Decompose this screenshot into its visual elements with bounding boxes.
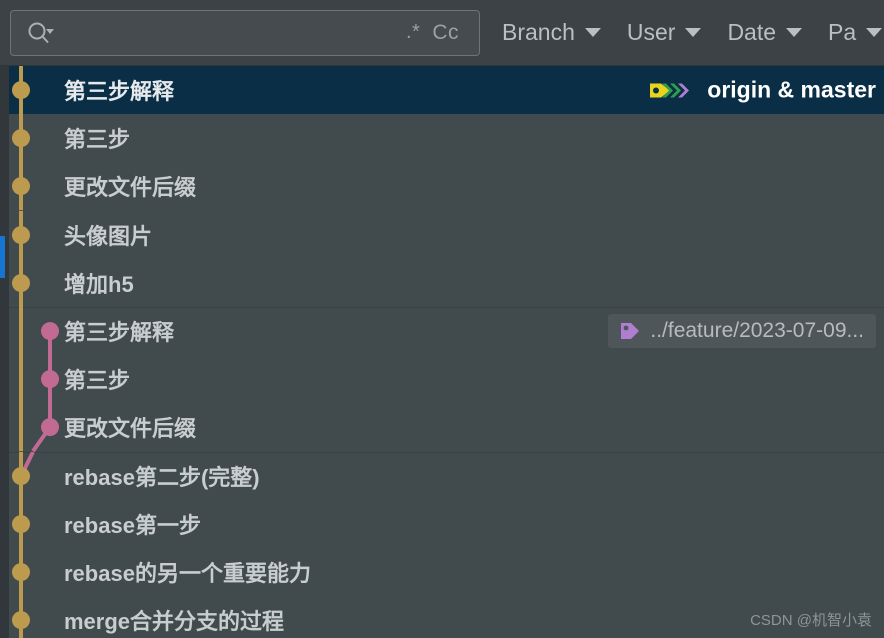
chevron-down-icon	[584, 28, 601, 37]
commit-subject: rebase第一步	[64, 512, 201, 538]
commit-row[interactable]: 头像图片	[0, 210, 884, 259]
commit-row[interactable]: 第三步解释 origin & master	[0, 66, 884, 115]
filter-date[interactable]: Date	[727, 19, 803, 46]
match-case-toggle-button[interactable]: Cc	[426, 21, 465, 45]
filter-user[interactable]: User	[627, 19, 702, 46]
commit-row[interactable]: rebase第二步(完整)	[0, 451, 884, 500]
commit-subject: 头像图片	[64, 223, 153, 249]
search-input[interactable]	[55, 10, 400, 55]
regex-toggle-button[interactable]: .*	[400, 21, 426, 44]
filter-branch[interactable]: Branch	[502, 19, 601, 46]
commit-subject: rebase第二步(完整)	[64, 464, 260, 490]
commit-subject: 第三步	[64, 368, 131, 394]
commit-row[interactable]: 第三步解释 ../feature/2023-07-09...	[0, 306, 884, 356]
chevron-down-icon	[866, 28, 883, 37]
commit-row[interactable]: 更改文件后缀	[0, 162, 884, 211]
commit-refs: ../feature/2023-07-09...	[608, 314, 876, 349]
commit-row[interactable]: 第三步	[0, 355, 884, 404]
filter-bar: Branch User Date Pa	[502, 19, 884, 46]
filter-paths-label: Pa	[828, 19, 857, 45]
filter-branch-label: Branch	[502, 19, 575, 45]
commit-row-list: 第三步解释 origin & master 第三步 更改文件后缀 头像图片 增加h5 第三步…	[0, 66, 884, 638]
commit-subject: 更改文件后缀	[64, 416, 197, 442]
ref-label-head[interactable]: origin & master	[649, 77, 876, 104]
watermark: CSDN @机智小袁	[750, 612, 872, 629]
commit-row[interactable]: rebase的另一个重要能力	[0, 547, 884, 597]
filter-user-label: User	[626, 19, 676, 45]
commit-subject: merge合并分支的过程	[64, 609, 285, 635]
search-icon[interactable]	[25, 20, 55, 46]
commit-refs: origin & master	[649, 77, 876, 104]
ref-label-branch[interactable]: ../feature/2023-07-09...	[608, 314, 876, 349]
commit-row[interactable]: 更改文件后缀	[0, 403, 884, 452]
chevron-down-icon	[685, 28, 702, 37]
commit-row[interactable]: rebase第一步	[0, 499, 884, 548]
commit-subject: 第三步解释	[64, 320, 175, 346]
commit-subject: rebase的另一个重要能力	[64, 560, 311, 586]
search-box[interactable]: .* Cc	[10, 9, 480, 56]
commit-subject: 第三步	[64, 127, 131, 153]
commit-subject: 更改文件后缀	[64, 175, 197, 201]
chevron-down-icon	[786, 28, 803, 37]
tag-icon	[621, 323, 640, 340]
commit-subject: 增加h5	[64, 271, 134, 297]
log-toolbar: .* Cc Branch User Date Pa	[0, 0, 884, 66]
log-scrollbar-track[interactable]	[0, 66, 9, 638]
tag-and-branches-icon	[650, 83, 690, 98]
ref-label-text: origin & master	[707, 76, 876, 103]
ref-label-text: ../feature/2023-07-09...	[650, 319, 864, 343]
commit-log[interactable]: 第三步解释 origin & master 第三步 更改文件后缀 头像图片 增加h5 第三步…	[0, 66, 884, 638]
commit-row[interactable]: 增加h5	[0, 258, 884, 307]
commit-subject: 第三步解释	[64, 79, 175, 105]
filter-paths[interactable]: Pa	[828, 19, 883, 46]
log-scrollbar-thumb[interactable]	[0, 236, 5, 278]
commit-row[interactable]: 第三步	[0, 114, 884, 163]
filter-date-label: Date	[727, 19, 777, 45]
